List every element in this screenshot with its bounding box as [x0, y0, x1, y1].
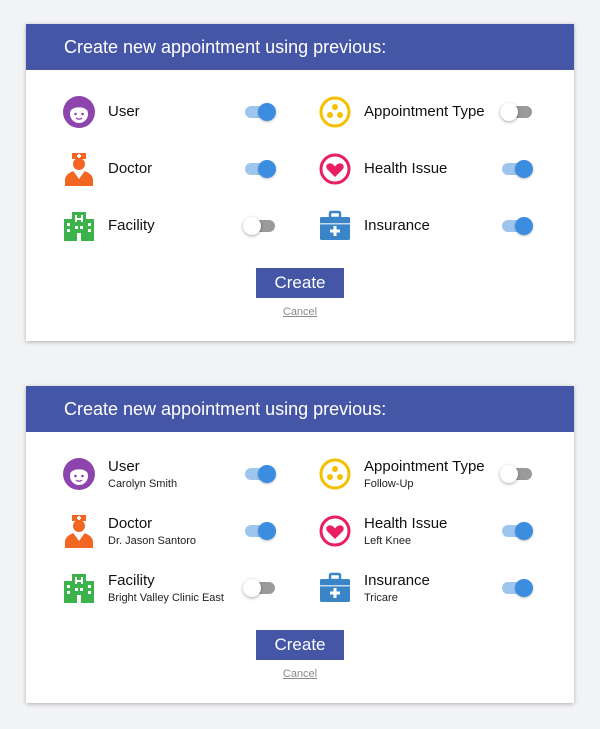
doctor-toggle[interactable]: [245, 159, 276, 179]
option-label: Appointment Type: [364, 458, 485, 475]
create-button[interactable]: Create: [256, 630, 344, 660]
option-label: Health Issue: [364, 515, 448, 532]
heart-icon: [318, 514, 352, 548]
option-label: Health Issue: [364, 160, 448, 177]
appointment-type-icon: [318, 457, 352, 491]
medical-briefcase-icon: [318, 571, 352, 605]
appointment-type-toggle[interactable]: [500, 102, 532, 122]
user-toggle[interactable]: [245, 102, 276, 122]
appointment-type-toggle[interactable]: [500, 464, 532, 484]
option-value: Follow-Up: [364, 478, 414, 490]
option-value: Tricare: [364, 592, 398, 604]
option-value: Left Knee: [364, 535, 412, 547]
medical-briefcase-icon: [318, 209, 352, 243]
option-label: Doctor: [108, 160, 153, 177]
facility-toggle[interactable]: [243, 216, 275, 236]
option-value: Bright Valley Clinic East: [108, 592, 224, 604]
cancel-link[interactable]: Cancel: [26, 668, 574, 680]
user-icon: [62, 95, 96, 129]
facility-toggle[interactable]: [243, 578, 275, 598]
option-value: Carolyn Smith: [108, 478, 178, 490]
appointment-card-detailed: Create new appointment using previous: U…: [26, 386, 574, 703]
insurance-toggle[interactable]: [502, 216, 533, 236]
option-label: Facility: [108, 217, 155, 234]
user-toggle[interactable]: [245, 464, 276, 484]
option-label: Insurance: [364, 572, 430, 589]
user-icon: [62, 457, 96, 491]
hospital-building-icon: [62, 571, 96, 605]
option-label: Facility: [108, 572, 155, 589]
insurance-toggle[interactable]: [502, 578, 533, 598]
appointment-type-icon: [318, 95, 352, 129]
cancel-link[interactable]: Cancel: [26, 306, 574, 318]
card-title: Create new appointment using previous:: [26, 24, 574, 70]
option-label: Appointment Type: [364, 103, 485, 120]
option-label: Doctor: [108, 515, 153, 532]
create-button[interactable]: Create: [256, 268, 344, 298]
doctor-icon: [62, 152, 96, 186]
hospital-building-icon: [62, 209, 96, 243]
option-label: Insurance: [364, 217, 430, 234]
heart-icon: [318, 152, 352, 186]
health-issue-toggle[interactable]: [502, 159, 533, 179]
appointment-card-basic: Create new appointment using previous: U…: [26, 24, 574, 341]
option-label: User: [108, 458, 140, 475]
health-issue-toggle[interactable]: [502, 521, 533, 541]
option-label: User: [108, 103, 140, 120]
doctor-toggle[interactable]: [245, 521, 276, 541]
card-title: Create new appointment using previous:: [26, 386, 574, 432]
option-value: Dr. Jason Santoro: [108, 535, 197, 547]
doctor-icon: [62, 514, 96, 548]
